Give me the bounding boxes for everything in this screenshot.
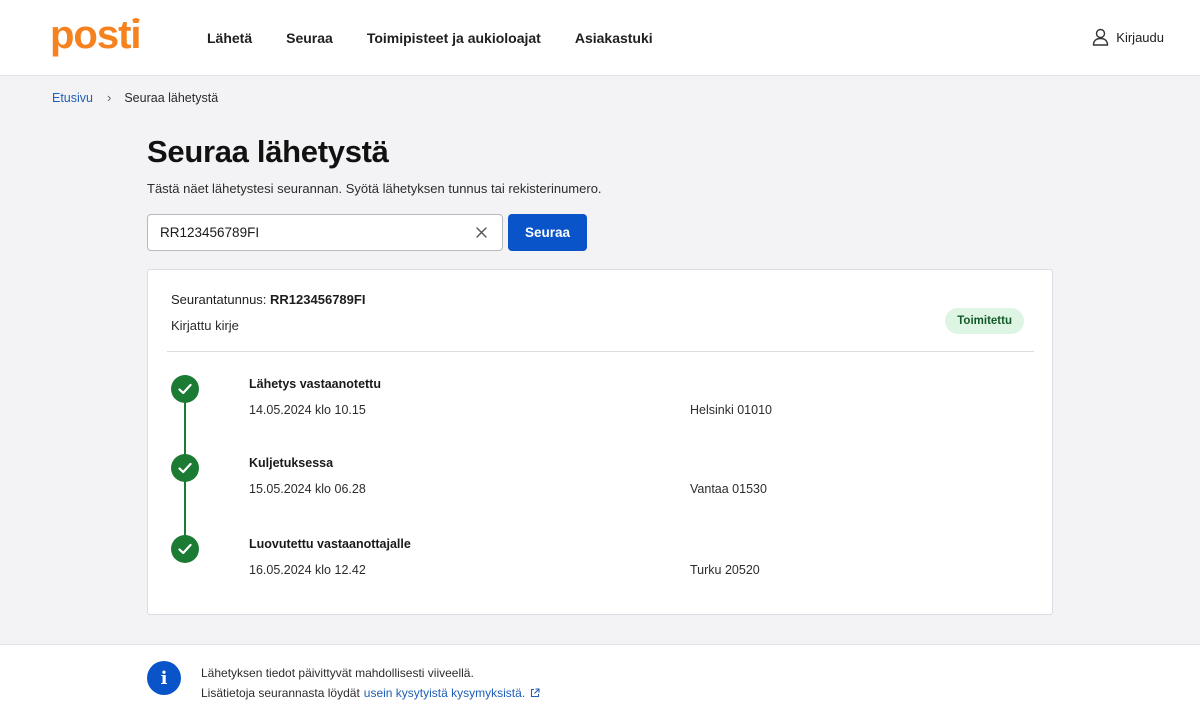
event-title: Lähetys vastaanotettu [249, 377, 381, 391]
check-icon [171, 375, 199, 403]
breadcrumb-separator-icon: › [107, 90, 112, 105]
tracking-result-card: Seurantatunnus: RR123456789FI Kirjattu k… [147, 269, 1053, 615]
nav-item-seuraa[interactable]: Seuraa [286, 30, 333, 46]
faq-link-label: usein kysytyistä kysymyksistä. [363, 686, 526, 700]
track-button[interactable]: Seuraa [508, 214, 587, 251]
timeline-event: Luovutettu vastaanottajalle 16.05.2024 k… [148, 535, 1052, 595]
nav-item-asiakastuki[interactable]: Asiakastuki [575, 30, 653, 46]
tracking-search-input[interactable] [160, 225, 472, 240]
tracking-number-label: Seurantatunnus: [171, 292, 267, 307]
faq-link[interactable]: usein kysytyistä kysymyksistä. [364, 686, 540, 700]
timeline-event: Kuljetuksessa 15.05.2024 klo 06.28 Vanta… [148, 454, 1052, 514]
user-icon [1093, 28, 1109, 46]
event-time: 15.05.2024 klo 06.28 [249, 482, 366, 496]
main-nav: Lähetä Seuraa Toimipisteet ja aukioloaja… [207, 30, 687, 46]
info-text-more: Lisätietoja seurannasta löydät usein kys… [201, 686, 540, 700]
login-label: Kirjaudu [1116, 29, 1164, 45]
info-text-delay: Lähetyksen tiedot päivittyvät mahdollise… [201, 666, 474, 680]
info-icon: i [147, 661, 181, 695]
event-time: 16.05.2024 klo 12.42 [249, 563, 366, 577]
breadcrumb-home-link[interactable]: Etusivu [52, 91, 93, 105]
logo-text: posti [50, 13, 141, 57]
info-text-prefix: Lisätietoja seurannasta löydät [201, 686, 360, 700]
site-header: posti Lähetä Seuraa Toimipisteet ja auki… [0, 0, 1200, 76]
event-place: Helsinki 01010 [690, 403, 772, 417]
page-intro: Tästä näet lähetystesi seurannan. Syötä … [147, 181, 602, 196]
check-icon [171, 535, 199, 563]
nav-item-laheta[interactable]: Lähetä [207, 30, 252, 46]
shipment-type: Kirjattu kirje [171, 318, 239, 333]
login-button[interactable]: Kirjaudu [1092, 28, 1164, 46]
posti-logo-graphic: posti [50, 13, 142, 57]
breadcrumb-current: Seuraa lähetystä [124, 90, 219, 105]
breadcrumb: Etusivu › Seuraa lähetystä [52, 90, 218, 105]
check-icon [171, 454, 199, 482]
tracking-search-field [147, 214, 503, 251]
external-link-icon [531, 688, 540, 698]
event-title: Kuljetuksessa [249, 456, 334, 470]
posti-logo[interactable]: posti [50, 12, 150, 64]
timeline-event: Lähetys vastaanotettu 14.05.2024 klo 10.… [148, 375, 1052, 435]
page-title: Seuraa lähetystä [147, 134, 389, 169]
nav-item-toimipisteet[interactable]: Toimipisteet ja aukioloajat [367, 30, 541, 46]
event-place: Turku 20520 [690, 563, 760, 577]
info-notice: i Lähetyksen tiedot päivittyvät mahdolli… [0, 644, 1200, 720]
event-place: Vantaa 01530 [690, 482, 767, 496]
status-badge: Toimitettu [945, 308, 1024, 334]
event-time: 14.05.2024 klo 10.15 [249, 403, 366, 417]
tracking-number-value: RR123456789FI [270, 292, 366, 307]
tracking-number-line: Seurantatunnus: RR123456789FI [171, 292, 365, 307]
event-title: Luovutettu vastaanottajalle [249, 537, 411, 551]
clear-search-button[interactable] [472, 224, 490, 242]
card-divider [167, 351, 1034, 352]
close-icon [475, 227, 487, 238]
